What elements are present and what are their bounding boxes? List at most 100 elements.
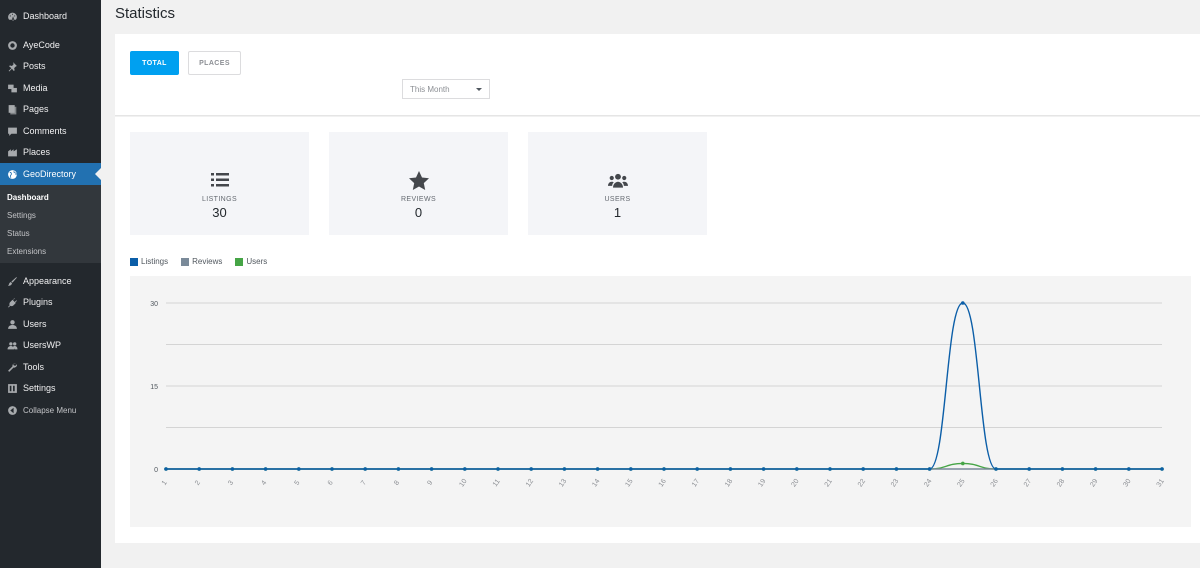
x-tick-label: 3 bbox=[227, 479, 235, 486]
sidebar-item-dashboard[interactable]: Dashboard bbox=[0, 5, 101, 27]
brush-icon bbox=[6, 275, 18, 287]
x-tick-label: 15 bbox=[624, 478, 634, 488]
x-tick-label: 12 bbox=[525, 478, 535, 488]
x-tick-label: 16 bbox=[658, 478, 668, 488]
sidebar-item-label: Posts bbox=[23, 61, 46, 71]
globe-icon bbox=[6, 168, 18, 180]
stat-card-value: 30 bbox=[212, 205, 227, 220]
sidebar-item-comments[interactable]: Comments bbox=[0, 120, 101, 142]
sidebar-item-label: UsersWP bbox=[23, 340, 61, 350]
x-tick-label: 1 bbox=[161, 479, 169, 486]
legend-label: Reviews bbox=[192, 257, 223, 266]
data-point-listings bbox=[828, 467, 832, 471]
period-select[interactable]: This Month bbox=[402, 79, 490, 99]
stat-card-reviews: REVIEWS 0 bbox=[329, 132, 508, 235]
user-icon bbox=[6, 318, 18, 330]
data-point-listings bbox=[1060, 467, 1065, 471]
data-point-listings bbox=[662, 467, 666, 471]
x-tick-label: 18 bbox=[724, 478, 734, 488]
x-tick-label: 21 bbox=[824, 478, 834, 488]
data-point-listings bbox=[1093, 467, 1098, 471]
users-icon bbox=[607, 170, 628, 190]
sidebar-item-tools[interactable]: Tools bbox=[0, 356, 101, 378]
data-point-listings bbox=[1160, 467, 1164, 471]
y-tick-label: 15 bbox=[150, 384, 158, 391]
x-tick-label: 14 bbox=[591, 478, 601, 488]
x-tick-label: 26 bbox=[990, 478, 1000, 488]
y-tick-label: 30 bbox=[150, 301, 158, 308]
x-tick-label: 9 bbox=[426, 479, 434, 486]
sidebar-item-label: Settings bbox=[23, 383, 56, 393]
sidebar-item-ayecode[interactable]: AyeCode bbox=[0, 34, 101, 56]
stats-filter-panel: TOTAL PLACES This Month bbox=[115, 34, 1200, 116]
x-tick-label: 19 bbox=[757, 478, 767, 488]
stats-main-panel: LISTINGS 30 REVIEWS 0 USERS 1 Listings R… bbox=[115, 117, 1200, 543]
x-tick-label: 25 bbox=[956, 478, 966, 488]
x-tick-label: 13 bbox=[558, 478, 568, 488]
collapse-menu-button[interactable]: Collapse Menu bbox=[0, 399, 101, 421]
x-tick-label: 22 bbox=[857, 478, 867, 488]
data-point-listings bbox=[164, 467, 168, 471]
legend-item-listings[interactable]: Listings bbox=[130, 257, 168, 266]
legend-label: Listings bbox=[141, 257, 169, 266]
data-point-listings bbox=[728, 467, 733, 471]
legend-item-reviews[interactable]: Reviews bbox=[181, 257, 222, 266]
legend-label: Users bbox=[246, 257, 268, 266]
sidebar-item-label: Plugins bbox=[23, 297, 53, 307]
data-point-listings bbox=[861, 467, 865, 471]
admin-sidebar: Dashboard Settings Status Extensions Das… bbox=[0, 0, 101, 568]
stat-card-value: 0 bbox=[414, 205, 423, 220]
stat-card-value: 1 bbox=[613, 205, 622, 220]
sidebar-item-posts[interactable]: Posts bbox=[0, 55, 101, 77]
data-point-listings bbox=[595, 467, 600, 471]
page-title: Statistics bbox=[115, 5, 176, 22]
data-point-listings bbox=[1027, 467, 1031, 471]
data-point-listings bbox=[330, 467, 334, 471]
x-tick-label: 30 bbox=[1122, 478, 1132, 488]
sidebar-item-pages[interactable]: Pages bbox=[0, 98, 101, 120]
tab-places[interactable]: PLACES bbox=[188, 51, 241, 75]
x-tick-label: 23 bbox=[890, 478, 900, 488]
data-point-users bbox=[961, 461, 965, 466]
sidebar-item-media[interactable]: Media bbox=[0, 77, 101, 99]
data-point-listings bbox=[629, 467, 633, 471]
pages-icon bbox=[6, 103, 18, 115]
x-tick-label: 8 bbox=[393, 479, 401, 486]
data-point-listings bbox=[463, 467, 467, 471]
submenu-item-status[interactable]: Status bbox=[7, 229, 30, 238]
sidebar-item-users[interactable]: Users bbox=[0, 313, 101, 335]
comments-icon bbox=[6, 125, 18, 137]
legend-swatch bbox=[235, 257, 244, 266]
collapse-icon bbox=[6, 404, 18, 416]
legend-swatch bbox=[181, 257, 190, 266]
chart-svg: 015301 2 3 4 5 6 7 8 9 10 11 12 13 14 15 16 17 18 19 20 21 22… bbox=[150, 301, 1166, 488]
sidebar-item-label: Comments bbox=[23, 126, 67, 136]
sidebar-item-settings[interactable]: Settings bbox=[0, 377, 101, 399]
submenu-item-dashboard[interactable]: Dashboard bbox=[7, 193, 49, 202]
submenu-item-extensions[interactable]: Extensions bbox=[7, 247, 46, 256]
chevron-down-icon bbox=[476, 88, 482, 91]
data-point-listings bbox=[263, 467, 268, 471]
sidebar-item-places[interactable]: Places bbox=[0, 141, 101, 163]
data-point-listings bbox=[230, 467, 235, 471]
data-point-listings bbox=[496, 467, 500, 471]
chart-legend: Listings Reviews Users bbox=[130, 257, 280, 266]
data-point-listings bbox=[396, 467, 401, 471]
x-tick-label: 4 bbox=[260, 479, 268, 486]
sidebar-item-geodirectory[interactable]: GeoDirectory bbox=[0, 163, 101, 185]
pin-icon bbox=[6, 60, 18, 72]
x-tick-label: 11 bbox=[492, 478, 502, 488]
sidebar-item-appearance[interactable]: Appearance bbox=[0, 270, 101, 292]
x-tick-label: 20 bbox=[790, 478, 800, 488]
data-point-listings bbox=[761, 467, 766, 471]
submenu-item-settings[interactable]: Settings bbox=[7, 211, 36, 220]
sidebar-item-plugins[interactable]: Plugins bbox=[0, 291, 101, 313]
sidebar-item-userswp[interactable]: UsersWP bbox=[0, 334, 101, 356]
sidebar-item-label: Tools bbox=[23, 362, 45, 372]
x-tick-label: 7 bbox=[360, 479, 368, 486]
tab-total[interactable]: TOTAL bbox=[130, 51, 179, 75]
data-point-listings bbox=[994, 467, 998, 471]
legend-item-users[interactable]: Users bbox=[235, 257, 267, 266]
geodirectory-submenu: Dashboard Settings Status Extensions bbox=[0, 185, 101, 263]
stat-card-listings: LISTINGS 30 bbox=[130, 132, 309, 235]
